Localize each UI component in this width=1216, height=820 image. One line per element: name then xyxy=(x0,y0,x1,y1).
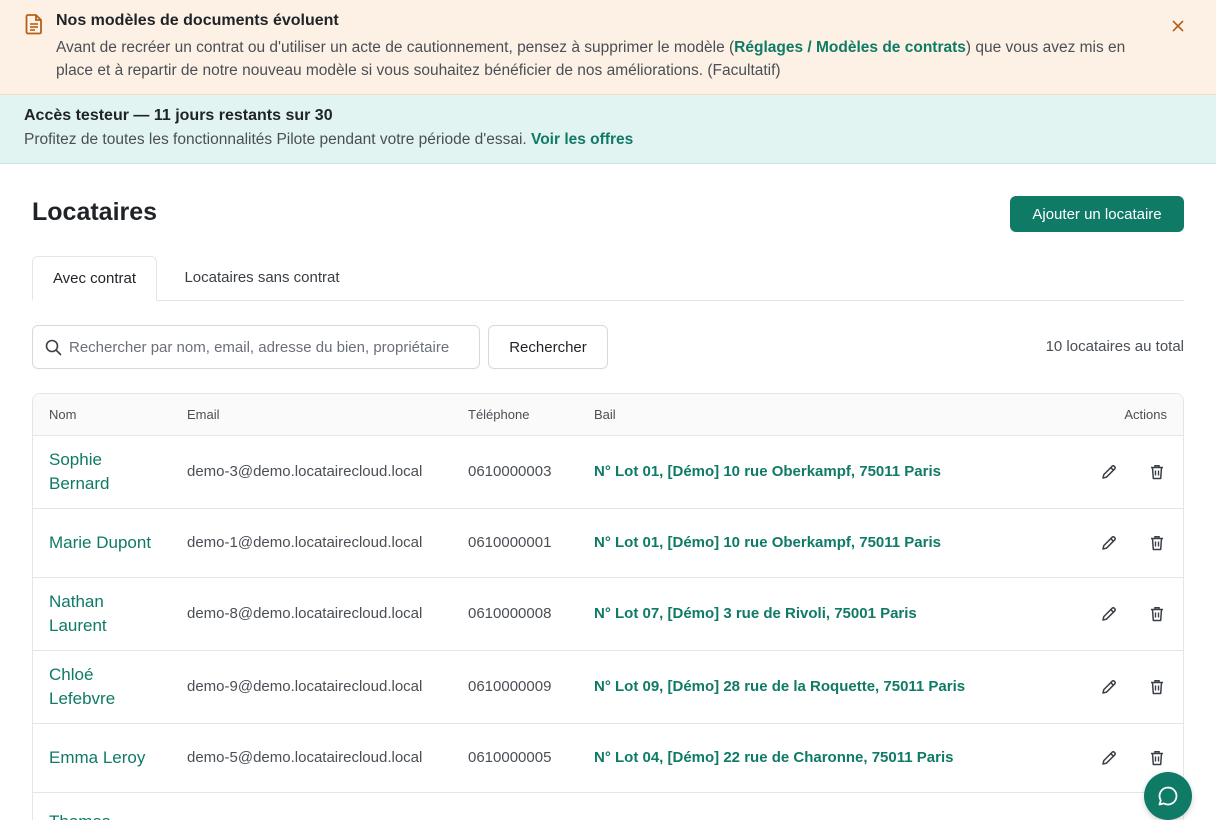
tenant-phone: 0610000009 xyxy=(468,650,594,724)
tenant-email: demo-9@demo.locatairecloud.local xyxy=(187,650,468,724)
tenant-lease-cell: N° Lot 07, [Démo] 3 rue de Rivoli, 75001… xyxy=(594,577,1054,651)
view-offers-link[interactable]: Voir les offres xyxy=(531,131,633,148)
edit-icon[interactable] xyxy=(1099,604,1119,624)
search-icon xyxy=(45,339,62,356)
page-title: Locataires xyxy=(32,198,158,226)
search-input[interactable] xyxy=(69,326,469,368)
tenant-name-cell: Thomas xyxy=(33,792,187,820)
tenant-name-link[interactable]: Emma Leroy xyxy=(49,746,159,770)
trial-banner: Accès testeur — 11 jours restants sur 30… xyxy=(0,95,1216,164)
tenant-name-link[interactable]: Nathan Laurent xyxy=(49,590,159,638)
tenant-lease-link[interactable]: N° Lot 04, [Démo] 22 rue de Charonne, 75… xyxy=(594,749,953,766)
tenant-lease-link[interactable]: N° Lot 09, [Démo] 28 rue de la Roquette,… xyxy=(594,678,965,695)
trash-icon[interactable] xyxy=(1147,533,1167,553)
tenant-actions xyxy=(1054,435,1183,509)
tenant-email: demo-1@demo.locatairecloud.local xyxy=(187,508,468,578)
tenant-name-link[interactable]: Chloé Lefebvre xyxy=(49,663,159,711)
tenant-lease-cell: N° Lot 01, [Démo] 10 rue Oberkampf, 7501… xyxy=(594,435,1054,509)
tenant-name-cell: Emma Leroy xyxy=(33,723,187,793)
search-button[interactable]: Rechercher xyxy=(488,325,608,369)
edit-icon[interactable] xyxy=(1099,748,1119,768)
tenant-name-cell: Chloé Lefebvre xyxy=(33,650,187,724)
trash-icon[interactable] xyxy=(1147,462,1167,482)
table-header-row: Nom Email Téléphone Bail Actions xyxy=(33,394,1183,436)
tenants-table: Nom Email Téléphone Bail Actions Sophie … xyxy=(32,393,1184,820)
trash-icon[interactable] xyxy=(1147,604,1167,624)
add-tenant-button[interactable]: Ajouter un locataire xyxy=(1010,196,1184,232)
contract-templates-link[interactable]: Réglages / Modèles de contrats xyxy=(734,39,966,56)
tenant-lease-link[interactable]: N° Lot 01, [Démo] 10 rue Oberkampf, 7501… xyxy=(594,534,941,551)
tenant-phone xyxy=(468,792,594,820)
tenant-name-cell: Nathan Laurent xyxy=(33,577,187,651)
notice-body-before: Avant de recréer un contrat ou d'utilise… xyxy=(56,39,735,56)
column-header-actions: Actions xyxy=(1054,394,1183,436)
table-row: Sophie Bernard demo-3@demo.locatairecloud… xyxy=(33,435,1183,509)
tabs: Avec contrat Locataires sans contrat xyxy=(32,256,1184,301)
edit-icon[interactable] xyxy=(1099,677,1119,697)
column-header-phone: Téléphone xyxy=(468,394,594,436)
tenant-actions xyxy=(1054,508,1183,578)
notice-body: Avant de recréer un contrat ou d'utilise… xyxy=(56,36,1156,82)
tenant-lease-cell: N° Lot 01, [Démo] 10 rue Oberkampf, 7501… xyxy=(594,508,1054,578)
tenant-name-link[interactable]: Marie Dupont xyxy=(49,531,159,555)
column-header-lease: Bail xyxy=(594,394,1054,436)
notice-title: Nos modèles de documents évoluent xyxy=(56,12,339,29)
close-icon[interactable] xyxy=(1168,16,1188,36)
table-row: Marie Dupont demo-1@demo.locatairecloud.l… xyxy=(33,508,1183,578)
tenant-email xyxy=(187,792,468,820)
tenant-phone: 0610000005 xyxy=(468,723,594,793)
tenant-lease-cell: N° Lot 04, [Démo] 22 rue de Charonne, 75… xyxy=(594,723,1054,793)
tenant-phone: 0610000001 xyxy=(468,508,594,578)
table-row: Nathan Laurent demo-8@demo.locatairecloud… xyxy=(33,577,1183,651)
trial-body: Profitez de toutes les fonctionnalités P… xyxy=(24,131,633,149)
tenant-actions xyxy=(1054,650,1183,724)
column-header-name: Nom xyxy=(33,394,187,436)
tenant-actions xyxy=(1054,577,1183,651)
tenant-lease-link[interactable]: N° Lot 01, [Démo] 10 rue Oberkampf, 7501… xyxy=(594,463,941,480)
chat-button[interactable] xyxy=(1144,772,1192,820)
tenant-name-cell: Marie Dupont xyxy=(33,508,187,578)
tab-without-contract[interactable]: Locataires sans contrat xyxy=(177,256,347,301)
chat-bubble-icon xyxy=(1158,786,1178,806)
tenant-name-link[interactable]: Sophie Bernard xyxy=(49,448,159,496)
table-row: Thomas xyxy=(33,792,1183,820)
edit-icon[interactable] xyxy=(1099,462,1119,482)
tenant-phone: 0610000003 xyxy=(468,435,594,509)
trial-body-text: Profitez de toutes les fonctionnalités P… xyxy=(24,131,527,148)
tenant-name-cell: Sophie Bernard xyxy=(33,435,187,509)
edit-icon[interactable] xyxy=(1099,533,1119,553)
trash-icon[interactable] xyxy=(1147,677,1167,697)
search-box xyxy=(32,325,480,369)
tenant-lease-cell xyxy=(594,792,1054,820)
tenant-email: demo-5@demo.locatairecloud.local xyxy=(187,723,468,793)
trash-icon[interactable] xyxy=(1147,748,1167,768)
tenant-email: demo-3@demo.locatairecloud.local xyxy=(187,435,468,509)
tenant-name-link[interactable]: Thomas xyxy=(49,810,159,820)
tab-with-contract[interactable]: Avec contrat xyxy=(32,256,157,301)
tenant-lease-cell: N° Lot 09, [Démo] 28 rue de la Roquette,… xyxy=(594,650,1054,724)
column-header-email: Email xyxy=(187,394,468,436)
tenant-phone: 0610000008 xyxy=(468,577,594,651)
tenant-email: demo-8@demo.locatairecloud.local xyxy=(187,577,468,651)
document-icon xyxy=(25,14,42,35)
trial-title: Accès testeur — 11 jours restants sur 30 xyxy=(24,107,333,124)
total-count: 10 locataires au total xyxy=(1045,338,1184,355)
tenant-lease-link[interactable]: N° Lot 07, [Démo] 3 rue de Rivoli, 75001… xyxy=(594,605,917,622)
table-row: Chloé Lefebvre demo-9@demo.locatairecloud… xyxy=(33,650,1183,724)
table-row: Emma Leroy demo-5@demo.locatairecloud.loc… xyxy=(33,723,1183,793)
notice-banner: Nos modèles de documents évoluent Avant … xyxy=(0,0,1216,95)
